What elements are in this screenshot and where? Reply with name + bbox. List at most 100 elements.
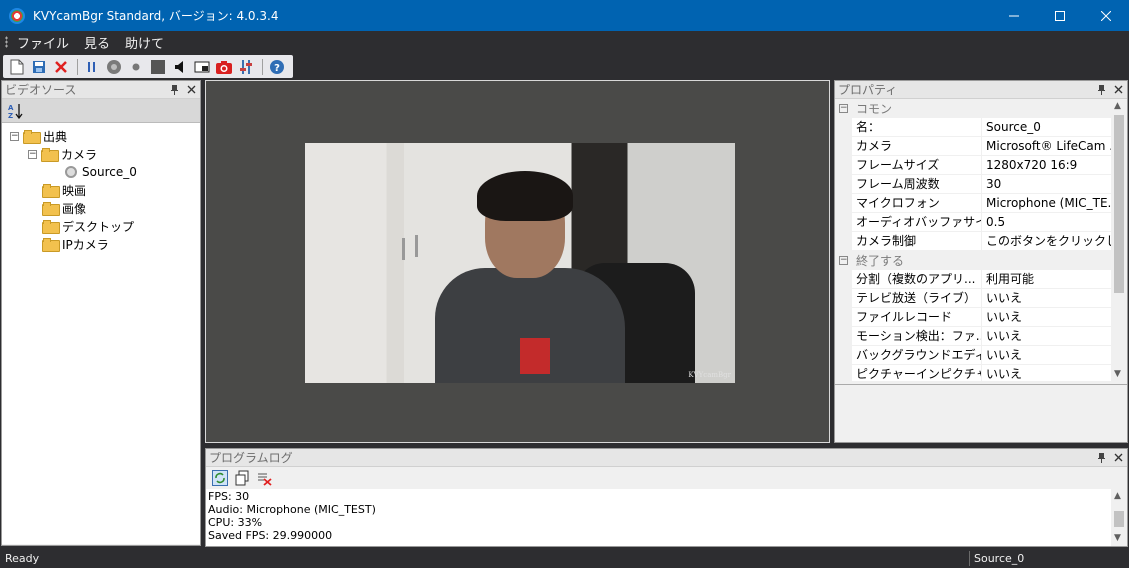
sort-az-icon: AZ xyxy=(8,103,23,119)
status-text: Ready xyxy=(5,552,40,565)
menu-file[interactable]: ファイル xyxy=(17,33,69,52)
refresh-log-button[interactable] xyxy=(210,468,230,488)
minimize-button[interactable] xyxy=(991,0,1037,31)
property-value[interactable]: Microphone (MIC_TE... xyxy=(982,194,1112,212)
property-value[interactable]: いいえ xyxy=(982,346,1112,364)
property-name: 分割（複数のアプリ... xyxy=(852,270,982,288)
property-name: カメラ制御 xyxy=(852,232,982,250)
property-row[interactable]: テレビ放送（ライブ） いいえ xyxy=(835,289,1112,308)
properties-header: プロパティ xyxy=(835,81,1127,99)
property-row[interactable]: フレームサイズ 1280x720 16:9 xyxy=(835,156,1112,175)
pin-icon[interactable] xyxy=(1096,83,1107,95)
category-common[interactable]: − コモン xyxy=(835,99,1112,118)
scroll-down-icon[interactable]: ▼ xyxy=(1114,532,1121,545)
menu-grip[interactable] xyxy=(5,36,8,48)
property-row[interactable]: フレーム周波数 30 xyxy=(835,175,1112,194)
collapse-icon[interactable]: − xyxy=(28,149,37,159)
property-grid: − コモン 名： Source_0 カメラ Microsoft® LifeCam… xyxy=(835,99,1127,381)
property-row[interactable]: モーション検出：ファ... いいえ xyxy=(835,327,1112,346)
video-preview-area: KVYcamBgr xyxy=(205,80,830,443)
scroll-up-icon[interactable]: ▲ xyxy=(1114,490,1121,503)
property-name: バックグラウンドエディ... xyxy=(852,346,982,364)
svg-text:?: ? xyxy=(274,63,280,74)
tree-node-ipcamera[interactable]: IPカメラ xyxy=(42,235,109,253)
settings-button[interactable] xyxy=(236,57,256,77)
property-value[interactable]: いいえ xyxy=(982,289,1112,307)
log-output[interactable]: FPS: 30 Audio: Microphone (MIC_TEST) CPU… xyxy=(206,489,1127,546)
property-value[interactable]: このボタンをクリックし... xyxy=(982,232,1112,250)
property-row[interactable]: 名： Source_0 xyxy=(835,118,1112,137)
video-source-header: ビデオソース xyxy=(2,81,200,99)
property-row[interactable]: ピクチャーインピクチャ... いいえ xyxy=(835,365,1112,381)
log-scrollbar[interactable]: ▲ ▼ xyxy=(1111,489,1127,546)
scrollbar-thumb[interactable] xyxy=(1114,115,1124,293)
log-toolbar xyxy=(206,467,1127,489)
dot-button[interactable] xyxy=(126,57,146,77)
property-row[interactable]: マイクロフォン Microphone (MIC_TE... xyxy=(835,194,1112,213)
folder-open-icon xyxy=(41,148,59,162)
property-scrollbar[interactable]: ▲ ▼ xyxy=(1111,99,1127,381)
property-value[interactable]: 1280x720 16:9 xyxy=(982,156,1112,174)
sort-az-button[interactable]: AZ xyxy=(6,101,26,121)
property-value[interactable]: 0.5 xyxy=(982,213,1112,231)
help-button[interactable]: ? xyxy=(267,57,287,77)
property-value[interactable]: 利用可能 xyxy=(982,270,1112,288)
property-value[interactable]: Microsoft® LifeCam ... xyxy=(982,137,1112,155)
delete-button[interactable] xyxy=(51,57,71,77)
record-disc-button[interactable] xyxy=(104,57,124,77)
new-button[interactable] xyxy=(7,57,27,77)
property-row[interactable]: 分割（複数のアプリ... 利用可能 xyxy=(835,270,1112,289)
tree-node-source-0[interactable]: Source_0 xyxy=(65,163,137,181)
copy-log-button[interactable] xyxy=(232,468,252,488)
tree-node-camera[interactable]: − カメラ xyxy=(28,145,97,163)
property-name: カメラ xyxy=(852,137,982,155)
property-value[interactable]: Source_0 xyxy=(982,118,1112,136)
tree-label-source-0: Source_0 xyxy=(82,165,137,179)
scroll-up-icon[interactable]: ▲ xyxy=(1114,101,1121,111)
toolbar: ? xyxy=(3,55,293,78)
refresh-icon xyxy=(212,470,228,486)
scroll-down-icon[interactable]: ▼ xyxy=(1114,369,1121,379)
property-row[interactable]: カメラ制御 このボタンをクリックし... xyxy=(835,232,1112,251)
pin-icon[interactable] xyxy=(1096,451,1107,463)
collapse-icon[interactable]: − xyxy=(839,104,848,113)
scrollbar-thumb[interactable] xyxy=(1114,511,1124,527)
speaker-button[interactable] xyxy=(170,57,190,77)
close-button[interactable] xyxy=(1083,0,1129,31)
tree-node-desktop[interactable]: デスクトップ xyxy=(42,217,134,235)
tree-node-sources[interactable]: − 出典 xyxy=(10,127,67,145)
property-value[interactable]: 30 xyxy=(982,175,1112,193)
collapse-icon[interactable]: − xyxy=(839,256,848,265)
property-value[interactable]: いいえ xyxy=(982,308,1112,326)
clear-log-button[interactable] xyxy=(254,468,274,488)
property-row[interactable]: オーディオバッファサイ... 0.5 xyxy=(835,213,1112,232)
property-row[interactable]: ファイルレコード いいえ xyxy=(835,308,1112,327)
maximize-button[interactable] xyxy=(1037,0,1083,31)
toolbar-separator xyxy=(77,58,78,75)
stop-button[interactable] xyxy=(148,57,168,77)
close-panel-icon[interactable] xyxy=(1113,451,1124,463)
category-exit[interactable]: − 終了する xyxy=(835,251,1112,270)
new-icon xyxy=(10,59,24,74)
property-value[interactable]: いいえ xyxy=(982,365,1112,381)
property-row[interactable]: カメラ Microsoft® LifeCam ... xyxy=(835,137,1112,156)
video-watermark: KVYcamBgr xyxy=(688,371,731,379)
stop-icon xyxy=(151,59,165,74)
property-value[interactable]: いいえ xyxy=(982,327,1112,345)
copy-icon xyxy=(235,470,249,486)
video-source-panel: ビデオソース AZ − 出典 − カメラ Source_0 映画 画像 デスクト… xyxy=(1,80,201,546)
close-panel-icon[interactable] xyxy=(186,83,197,95)
pause-button[interactable] xyxy=(82,57,102,77)
menu-help[interactable]: 助けて xyxy=(125,33,164,52)
property-row[interactable]: バックグラウンドエディ... いいえ xyxy=(835,346,1112,365)
window-button[interactable] xyxy=(192,57,212,77)
menu-view[interactable]: 見る xyxy=(84,33,110,52)
camera-snapshot-button[interactable] xyxy=(214,57,234,77)
pin-icon[interactable] xyxy=(169,83,180,95)
close-panel-icon[interactable] xyxy=(1113,83,1124,95)
tree-node-movie[interactable]: 映画 xyxy=(42,181,86,199)
tree-node-image[interactable]: 画像 xyxy=(42,199,86,217)
save-button[interactable] xyxy=(29,57,49,77)
video-frame[interactable]: KVYcamBgr xyxy=(305,143,735,383)
collapse-icon[interactable]: − xyxy=(10,131,19,141)
